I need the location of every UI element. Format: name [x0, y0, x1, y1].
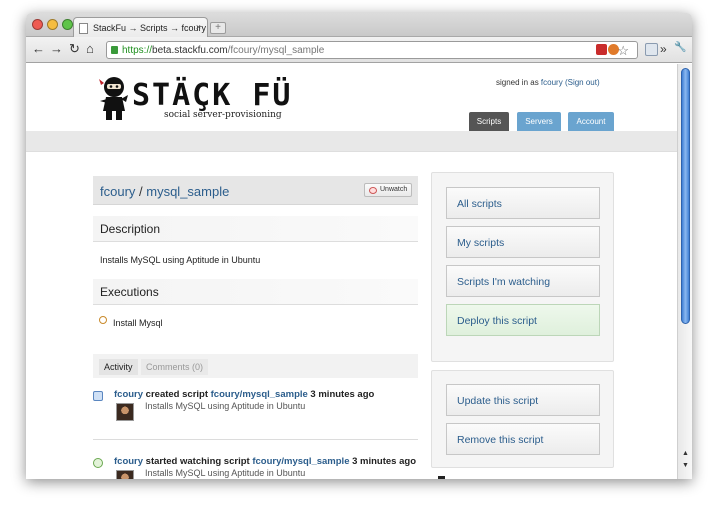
bookmark-star-icon[interactable]: ☆ [617, 43, 629, 59]
activity-item: fcoury created script fcoury/mysql_sampl… [93, 389, 418, 433]
deploy-script-button[interactable]: Deploy this script [446, 304, 600, 336]
page-scrollbar[interactable]: ▲ ▼ [677, 64, 692, 479]
signed-in-status: signed in as fcoury (Sign out) [496, 78, 600, 87]
tab-activity[interactable]: Activity [99, 359, 138, 375]
browser-tab[interactable]: StackFu → Scripts → fcoury × [73, 17, 208, 38]
activity-action: started watching script [143, 456, 253, 467]
forward-button[interactable]: → [50, 42, 63, 56]
adobe-extension-icon[interactable] [596, 44, 607, 55]
home-button[interactable]: ⌂ [86, 42, 94, 56]
description-heading: Description [93, 216, 418, 242]
unwatch-label: Unwatch [380, 186, 408, 193]
execution-item[interactable]: Install Mysql [113, 318, 163, 328]
update-script-button[interactable]: Update this script [446, 384, 600, 416]
activity-tabs: Activity Comments (0) [93, 354, 418, 378]
url-scheme: https:// [122, 45, 153, 56]
tab-comments[interactable]: Comments (0) [141, 359, 209, 375]
activity-user-link[interactable]: fcoury [114, 456, 143, 467]
activity-user-link[interactable]: fcoury [114, 389, 143, 400]
activity-summary: fcoury created script fcoury/mysql_sampl… [114, 389, 374, 400]
tab-bar: StackFu → Scripts → fcoury × + [26, 13, 692, 38]
scripts-watching-button[interactable]: Scripts I'm watching [446, 265, 600, 297]
new-tab-button[interactable]: + [210, 22, 226, 34]
nav-underbar [26, 131, 677, 152]
scroll-up-icon[interactable]: ▲ [682, 450, 689, 457]
activity-target-link[interactable]: fcoury/mysql_sample [252, 456, 349, 467]
script-name-link[interactable]: mysql_sample [146, 184, 229, 199]
activity-summary: fcoury started watching script fcoury/my… [114, 456, 416, 467]
wrench-icon[interactable]: 🔧 [674, 42, 686, 53]
site-tagline: social server-provisioning [164, 110, 282, 120]
all-scripts-button[interactable]: All scripts [446, 187, 600, 219]
user-link[interactable]: fcoury [541, 78, 563, 87]
site-logo-text[interactable]: STÄÇK FÜ [132, 78, 293, 113]
script-header: fcoury / mysql_sample Unwatch [93, 176, 418, 205]
description-text: Installs MySQL using Aptitude in Ubuntu [100, 255, 261, 265]
unwatch-button[interactable]: Unwatch [364, 183, 412, 197]
script-icon [93, 391, 103, 401]
remove-script-button[interactable]: Remove this script [446, 423, 600, 455]
address-bar[interactable]: https://beta.stackfu.com/fcoury/mysql_sa… [106, 41, 638, 59]
activity-action: created script [143, 389, 211, 400]
magnifier-icon [99, 316, 107, 324]
ninja-logo-icon[interactable] [98, 75, 128, 121]
activity-item: fcoury started watching script fcoury/my… [93, 456, 418, 479]
my-scripts-button[interactable]: My scripts [446, 226, 600, 258]
script-actions-panel: Update this script Remove this script [431, 370, 614, 468]
sign-out-link[interactable]: (Sign out) [565, 78, 600, 87]
url-host: beta.stackfu.com [152, 45, 228, 56]
signed-in-prefix: signed in as [496, 78, 541, 87]
activity-detail: Installs MySQL using Aptitude in Ubuntu [145, 468, 306, 478]
close-window-button[interactable] [32, 19, 43, 30]
activity-detail: Installs MySQL using Aptitude in Ubuntu [145, 401, 306, 411]
avatar[interactable] [116, 470, 134, 479]
page-menu-icon[interactable] [645, 43, 658, 56]
web-page: STÄÇK FÜ social server-provisioning sign… [26, 64, 677, 479]
title-separator: / [135, 184, 147, 199]
activity-divider [93, 439, 418, 440]
back-button[interactable]: ← [32, 42, 45, 56]
owner-link[interactable]: fcoury [100, 184, 135, 199]
minimize-window-button[interactable] [47, 19, 58, 30]
more-chevron-icon[interactable]: » [660, 42, 667, 56]
activity-time: 3 minutes ago [349, 456, 416, 467]
avatar[interactable] [116, 403, 134, 421]
nav-tab-account[interactable]: Account [568, 112, 614, 131]
page-title: fcoury / mysql_sample [100, 184, 229, 199]
activity-target-link[interactable]: fcoury/mysql_sample [211, 389, 308, 400]
reload-button[interactable]: ↻ [69, 42, 80, 56]
lock-icon [111, 46, 118, 54]
scrollbar-thumb[interactable] [681, 68, 690, 324]
browser-toolbar: ← → ↻ ⌂ https://beta.stackfu.com/fcoury/… [26, 37, 692, 63]
browser-window: StackFu → Scripts → fcoury × + ← → ↻ ⌂ h… [26, 13, 692, 479]
execution-link[interactable]: Install Mysql [113, 318, 163, 328]
tab-close-icon[interactable]: × [196, 22, 201, 32]
activity-time: 3 minutes ago [307, 389, 375, 400]
tab-title: StackFu → Scripts → fcoury [93, 23, 207, 33]
page-fragment [438, 476, 445, 479]
window-controls [32, 19, 73, 30]
nav-tab-scripts[interactable]: Scripts [469, 112, 509, 131]
zoom-window-button[interactable] [62, 19, 73, 30]
page-favicon-icon [79, 23, 88, 34]
url-path: /fcoury/mysql_sample [227, 45, 325, 56]
scroll-down-icon[interactable]: ▼ [682, 462, 689, 469]
unwatch-icon [369, 187, 377, 194]
nav-tab-servers[interactable]: Servers [517, 112, 561, 131]
script-nav-panel: All scripts My scripts Scripts I'm watch… [431, 172, 614, 362]
executions-heading: Executions [93, 279, 418, 305]
watch-icon [93, 458, 103, 468]
